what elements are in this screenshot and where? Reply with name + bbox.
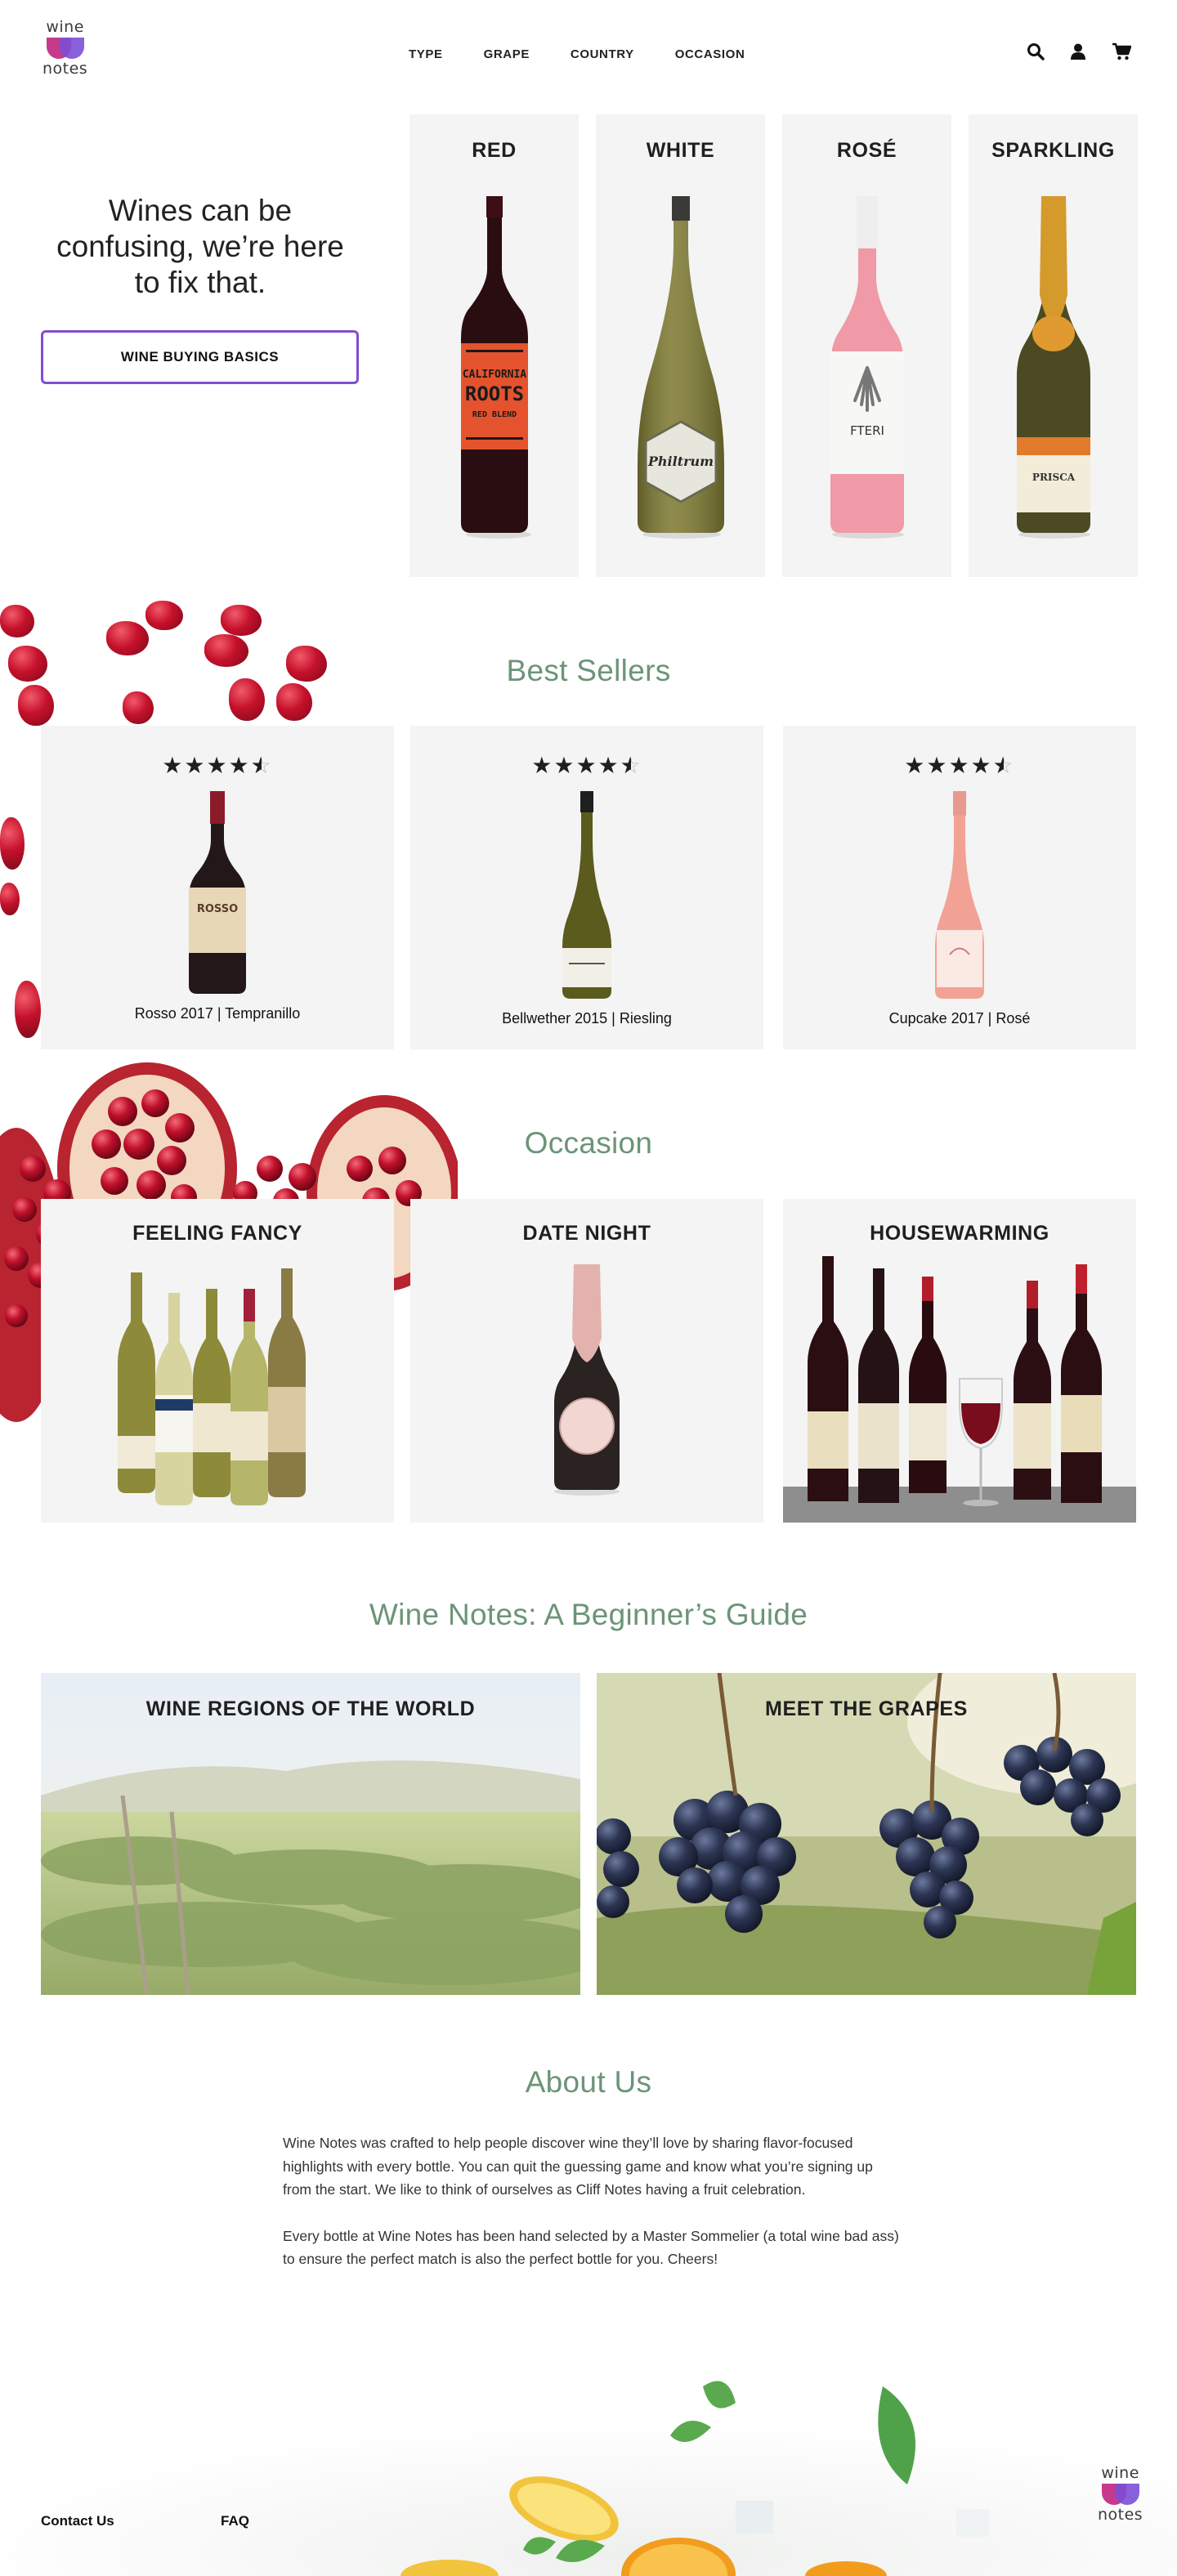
best-seller-name: Rosso 2017 | Tempranillo: [134, 1005, 301, 1022]
logo[interactable]: wine notes: [43, 20, 87, 77]
vineyard-image: [41, 1673, 580, 1995]
best-seller-card[interactable]: ★★★★☆★ Cupcake 2017 | Rosé: [783, 726, 1136, 1049]
best-seller-name: Bellwether 2015 | Riesling: [502, 1010, 672, 1026]
occasion-title: Occasion: [524, 1126, 653, 1160]
cart-icon[interactable]: [1112, 42, 1132, 60]
account-icon[interactable]: [1069, 42, 1087, 60]
sparkling-wine-bottle-image: PRISCA: [1016, 196, 1090, 539]
housewarming-bottles-image: [783, 1256, 1136, 1523]
cupcake-rose-bottle-image: [935, 791, 984, 999]
type-card-rose[interactable]: ROSÉ FTERI: [782, 114, 951, 577]
nav-item-grape[interactable]: GRAPE: [484, 47, 530, 61]
footer-logo[interactable]: wine notes: [1098, 2466, 1143, 2523]
guide-card-meet-the-grapes[interactable]: MEET THE GRAPES: [597, 1673, 1136, 1995]
about-paragraph: Wine Notes was crafted to help people di…: [283, 2135, 873, 2198]
sparkling-bottle-label: PRISCA: [1032, 472, 1075, 483]
about-title: About Us: [525, 2065, 652, 2099]
type-card-title: WHITE: [646, 139, 715, 162]
type-card-red[interactable]: RED CALIFORNIA ROOTS RED BLEND: [409, 114, 579, 577]
citrus-decor-image: [0, 2354, 1177, 2576]
red-wine-bottle-image: CALIFORNIA ROOTS RED BLEND: [460, 196, 531, 539]
best-sellers-title: Best Sellers: [506, 654, 671, 687]
guide-card-title: WINE REGIONS OF THE WORLD: [145, 1697, 476, 1720]
main-nav: TYPE GRAPE COUNTRY OCCASION: [409, 47, 785, 61]
grapes-image: [597, 1673, 1136, 1995]
guide-card-wine-regions[interactable]: WINE REGIONS OF THE WORLD: [41, 1673, 580, 1995]
logo-word-notes: notes: [1098, 2506, 1143, 2524]
occasion-card-title: DATE NIGHT: [522, 1222, 651, 1245]
star-rating-icon: ★★★★☆★: [162, 753, 273, 778]
search-icon[interactable]: [1027, 42, 1045, 60]
red-bottle-label-line1: CALIFORNIA: [462, 369, 526, 381]
nav-item-country[interactable]: COUNTRY: [571, 47, 634, 61]
best-seller-card[interactable]: ★★★★☆★ Bellwether 2015 | Riesling: [410, 726, 763, 1049]
occasion-card-title: FEELING FANCY: [132, 1222, 302, 1245]
rose-bottle-label: FTERI: [850, 423, 884, 438]
header-icons: [1027, 42, 1132, 60]
star-rating-icon: ★★★★☆★: [904, 753, 1015, 778]
hero-headline: Wines can be confusing, we’re here to fi…: [56, 194, 344, 299]
wine-buying-basics-button[interactable]: WINE BUYING BASICS: [41, 330, 359, 384]
logo-word-wine: wine: [46, 18, 84, 36]
type-card-white[interactable]: WHITE Philtrum: [596, 114, 765, 577]
rose-wine-bottle-image: FTERI: [830, 196, 904, 539]
footer-link-faq[interactable]: FAQ: [221, 2513, 249, 2529]
footer-link-contact-us[interactable]: Contact Us: [41, 2513, 114, 2529]
occasion-card-title: HOUSEWARMING: [870, 1222, 1049, 1245]
guide-card-title: MEET THE GRAPES: [765, 1697, 968, 1720]
date-night-champagne-image: [554, 1264, 620, 1496]
nav-item-occasion[interactable]: OCCASION: [675, 47, 745, 61]
logo-mark-icon: [1100, 2484, 1141, 2505]
type-card-title: RED: [472, 139, 517, 162]
red-bottle-label-line2: ROOTS: [464, 382, 523, 405]
white-wine-bottle-image: Philtrum: [637, 196, 724, 539]
best-seller-card[interactable]: ★★★★☆★ ROSSO Rosso 2017 | Tempranillo: [41, 726, 394, 1049]
rosso-bottle-label: ROSSO: [197, 903, 238, 915]
logo-word-notes: notes: [43, 60, 88, 78]
star-rating-icon: ★★★★☆★: [531, 753, 642, 778]
white-bottle-label: Philtrum: [647, 454, 713, 469]
type-card-title: SPARKLING: [991, 139, 1115, 162]
type-card-sparkling[interactable]: SPARKLING PRISCA: [969, 114, 1138, 577]
about-body: Wine Notes was crafted to help people di…: [283, 2131, 904, 2271]
guide-title: Wine Notes: A Beginner’s Guide: [369, 1598, 808, 1631]
red-bottle-label-line3: RED BLEND: [472, 410, 516, 419]
occasion-card-date-night[interactable]: DATE NIGHT: [410, 1199, 763, 1523]
nav-item-type[interactable]: TYPE: [409, 47, 443, 61]
type-card-title: ROSÉ: [836, 139, 897, 162]
best-seller-name: Cupcake 2017 | Rosé: [888, 1010, 1031, 1026]
feeling-fancy-bottles-image: [118, 1268, 306, 1505]
about-paragraph: Every bottle at Wine Notes has been hand…: [283, 2227, 899, 2268]
logo-mark-icon: [45, 38, 86, 59]
occasion-card-housewarming[interactable]: HOUSEWARMING: [783, 1199, 1136, 1523]
rosso-bottle-image: ROSSO: [189, 791, 246, 994]
logo-word-wine: wine: [1101, 2464, 1139, 2482]
occasion-card-feeling-fancy[interactable]: FEELING FANCY: [41, 1199, 394, 1523]
bellwether-bottle-image: [562, 791, 611, 999]
